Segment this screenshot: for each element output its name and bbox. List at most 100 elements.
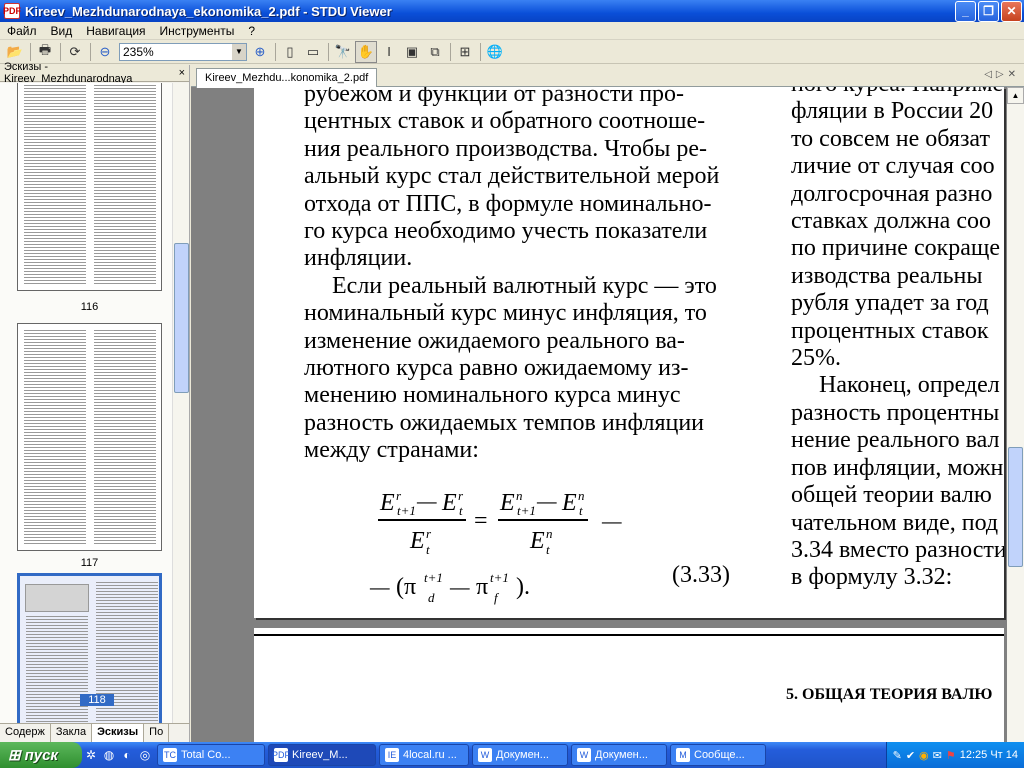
zoom-out-button[interactable]: ⊖ xyxy=(94,41,116,63)
task-total-commander[interactable]: TC Total Co... xyxy=(157,744,265,766)
find-button[interactable]: 🔭 xyxy=(332,41,354,63)
image-select-icon: ▣ xyxy=(405,43,419,59)
tab-bookmarks[interactable]: Закла xyxy=(51,724,93,742)
quicklaunch-icon[interactable]: ◐ xyxy=(118,748,136,762)
svg-text:E: E xyxy=(441,490,457,516)
tray-icon[interactable]: ✔ xyxy=(906,749,915,762)
tab-thumbnails[interactable]: Эскизы xyxy=(92,724,145,742)
text-line: центных ставок и обратного соотноше- xyxy=(304,108,706,135)
task-label: Total Co... xyxy=(181,749,231,761)
svg-text:t: t xyxy=(426,542,430,557)
snapshot-button[interactable]: ⊞ xyxy=(454,41,476,63)
equation-number: (3.33) xyxy=(672,562,730,588)
print-icon: 🖶 xyxy=(38,41,52,57)
app-icon: PDF xyxy=(272,748,290,762)
fit-page-button[interactable]: ▭ xyxy=(302,41,324,63)
menu-view[interactable]: Вид xyxy=(44,24,80,38)
svg-text:(π: (π xyxy=(396,574,416,600)
svg-text:r: r xyxy=(458,488,464,503)
menu-tools[interactable]: Инструменты xyxy=(153,24,242,38)
svg-text:d: d xyxy=(428,590,435,605)
task-document-2[interactable]: W Докумен... xyxy=(571,744,667,766)
thumbnails-scrollbar[interactable] xyxy=(172,83,189,723)
text-line: то совсем не обязат xyxy=(791,125,990,152)
title-bar: PDF Kireev_Mezhdunarodnaya_ekonomika_2.p… xyxy=(0,0,1024,22)
single-page-button[interactable]: ▯ xyxy=(279,41,301,63)
menu-file[interactable]: Файл xyxy=(0,24,44,38)
rotate-button[interactable]: ⟳ xyxy=(64,41,86,63)
quicklaunch-icon[interactable]: ◎ xyxy=(136,748,154,762)
tab-contents[interactable]: Содерж xyxy=(0,724,51,742)
svg-text:—: — xyxy=(369,574,390,599)
thumbnails-title: Эскизы - Kireev_Mezhdunarodnaya xyxy=(4,61,133,85)
thumbnail-label-selected: 118 xyxy=(80,694,114,706)
task-stdu-viewer[interactable]: PDF Kireev_M... xyxy=(268,744,376,766)
thumbnails-header: Эскизы - Kireev_Mezhdunarodnaya × xyxy=(0,61,189,85)
text-line: пов инфляции, можн xyxy=(791,454,1004,481)
globe-icon: 🌐 xyxy=(486,43,504,59)
close-button[interactable]: ✕ xyxy=(1001,0,1022,22)
tray-icon[interactable]: ✎ xyxy=(893,749,902,762)
rotate-icon: ⟳ xyxy=(69,43,81,59)
print-button[interactable]: 🖶 xyxy=(34,41,56,63)
task-message[interactable]: M Сообще... xyxy=(670,744,766,766)
text-line: го курса необходимо учесть показатели xyxy=(304,218,708,245)
tray-icon[interactable]: ✉ xyxy=(933,749,942,762)
tab-search[interactable]: По xyxy=(144,724,170,742)
tab-prev-icon[interactable]: ◁ xyxy=(984,69,996,80)
scrollbar-thumb[interactable] xyxy=(174,243,189,393)
thumbnail-text xyxy=(94,83,156,284)
text-select-button[interactable]: I xyxy=(378,41,400,63)
task-document-1[interactable]: W Докумен... xyxy=(472,744,568,766)
zoom-select[interactable]: 235% ▼ xyxy=(119,42,247,61)
svg-text:t+1: t+1 xyxy=(490,570,509,585)
sidebar-tabs: Содерж Закла Эскизы По xyxy=(0,723,190,742)
fit-page-icon: ▭ xyxy=(306,43,320,59)
close-icon[interactable]: × xyxy=(179,67,185,79)
document-tab[interactable]: Kireev_Mezhdu...konomika_2.pdf xyxy=(196,68,378,88)
minimize-button[interactable]: _ xyxy=(955,0,976,22)
zoom-in-button[interactable]: ⊕ xyxy=(249,41,271,63)
start-button[interactable]: ⊞ пуск xyxy=(0,742,82,768)
document-scrollbar[interactable]: ▲ xyxy=(1007,87,1024,742)
menu-navigation[interactable]: Навигация xyxy=(79,24,152,38)
svg-text:).: ). xyxy=(516,574,530,600)
task-label: Сообще... xyxy=(694,749,745,761)
single-page-icon: ▯ xyxy=(286,43,294,59)
task-browser[interactable]: IE 4local.ru ... xyxy=(379,744,469,766)
text-line: изводства реальны xyxy=(791,262,983,289)
tray-icon[interactable]: ◉ xyxy=(919,749,929,762)
svg-text:E: E xyxy=(379,490,395,516)
open-button[interactable]: 📂 xyxy=(4,41,26,63)
tab-next-icon[interactable]: ▷ xyxy=(996,69,1008,80)
tab-close-icon[interactable]: ✕ xyxy=(1008,69,1020,80)
text-line: в формулу 3.32: xyxy=(791,564,953,591)
web-button[interactable]: 🌐 xyxy=(484,41,506,63)
pdf-page: рубежом и функции от разности про- центн… xyxy=(254,87,1004,618)
toolbar-divider xyxy=(328,42,329,61)
scrollbar-thumb[interactable] xyxy=(1008,447,1023,567)
app-icon: IE xyxy=(385,748,399,762)
quicklaunch-icon[interactable]: ✲ xyxy=(82,748,100,762)
hand-tool-button[interactable]: ✋ xyxy=(355,40,377,63)
menu-help[interactable]: ? xyxy=(241,24,262,38)
document-area: Kireev_Mezhdu...konomika_2.pdf ◁▷✕ рубеж… xyxy=(191,65,1024,742)
scroll-up-icon[interactable]: ▲ xyxy=(1007,87,1024,104)
svg-text:E: E xyxy=(561,490,577,516)
text-line: альный курс стал действительной мерой xyxy=(304,163,720,190)
snapshot-icon: ⊞ xyxy=(459,43,471,59)
svg-text:t+1: t+1 xyxy=(424,570,443,585)
thumbnail-117[interactable] xyxy=(17,323,162,551)
task-label: Докумен... xyxy=(496,749,549,761)
language-flag-icon[interactable]: ⚑ xyxy=(946,749,956,762)
thumbnail-text xyxy=(24,330,86,544)
copy-button[interactable]: ⧉ xyxy=(424,41,446,63)
image-select-button[interactable]: ▣ xyxy=(401,41,423,63)
svg-text:n: n xyxy=(578,488,585,503)
thumbnail-116[interactable] xyxy=(17,83,162,291)
svg-text:t: t xyxy=(579,503,583,518)
taskbar: ⊞ пуск ✲ ◍ ◐ ◎ TC Total Co... PDF Kireev… xyxy=(0,742,1024,768)
quicklaunch-icon[interactable]: ◍ xyxy=(100,748,118,762)
maximize-button[interactable]: ❐ xyxy=(978,0,999,22)
svg-text:n: n xyxy=(546,526,553,541)
